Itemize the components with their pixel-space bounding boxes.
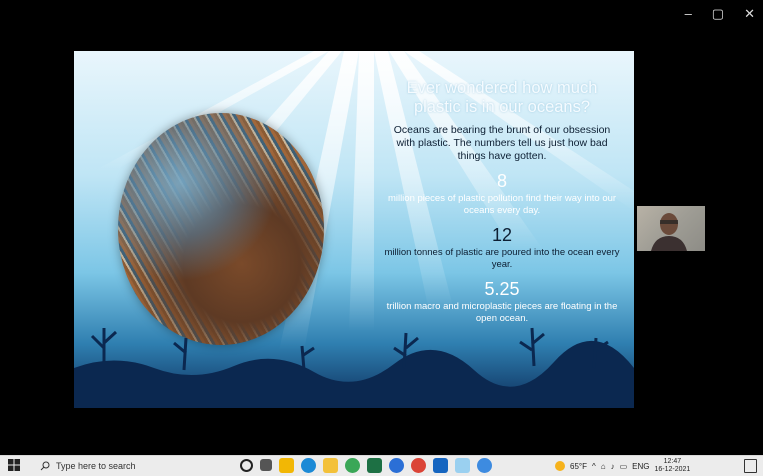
chevron-up-icon[interactable]: ^ — [592, 462, 596, 471]
close-button[interactable]: ✕ — [744, 6, 755, 22]
sticky-notes-icon[interactable] — [279, 458, 294, 473]
slide-title: Ever wondered how much plastic is in our… — [406, 79, 598, 116]
webcam-video-thumbnail[interactable] — [637, 206, 705, 251]
presentation-slide: 9 Ever wondered how much plastic is in o… — [74, 51, 634, 408]
edge-icon[interactable] — [301, 458, 316, 473]
window-controls: – ▢ ✕ — [685, 6, 755, 22]
battery-icon[interactable]: ▭ — [620, 462, 628, 471]
network-icon[interactable]: ⌂ — [601, 462, 606, 471]
taskbar-apps — [240, 458, 492, 473]
stat-text-2: million tonnes of plastic are poured int… — [384, 247, 620, 270]
cortana-icon[interactable] — [240, 459, 253, 472]
outlook-icon[interactable] — [433, 458, 448, 473]
taskbar: Type here to search 65°F ^ ⌂ ♪ ▭ ENG 12:… — [0, 455, 763, 476]
search-icon — [40, 461, 50, 471]
system-tray: 65°F ^ ⌂ ♪ ▭ ENG 12:47 16-12-2021 — [555, 456, 690, 476]
weather-icon — [555, 461, 565, 471]
windows-start-icon[interactable] — [8, 459, 20, 471]
slide-intro: Oceans are bearing the brunt of our obse… — [393, 124, 611, 162]
search-placeholder: Type here to search — [56, 461, 136, 471]
taskbar-search[interactable]: Type here to search — [40, 456, 224, 476]
clock[interactable]: 12:47 16-12-2021 — [655, 458, 691, 474]
stat-value-3: 5.25 — [484, 279, 520, 299]
stat-value-2: 12 — [491, 225, 513, 245]
edge-dev-icon[interactable] — [389, 458, 404, 473]
maximize-button[interactable]: ▢ — [712, 6, 724, 22]
excel-icon[interactable] — [367, 458, 382, 473]
clock-date: 16-12-2021 — [654, 466, 691, 473]
volume-icon[interactable]: ♪ — [611, 462, 615, 471]
notification-icon[interactable] — [744, 459, 757, 473]
pen-icon[interactable] — [455, 458, 470, 473]
task-view-icon[interactable] — [260, 459, 272, 471]
person-icon — [651, 213, 687, 251]
chrome-icon[interactable] — [345, 458, 360, 473]
clock-time: 12:47 — [663, 458, 682, 465]
chrome-alt-icon[interactable] — [411, 458, 426, 473]
slide-page-number: 9 — [349, 57, 355, 67]
slide-text: Ever wondered how much plastic is in our… — [384, 79, 620, 325]
minimize-button[interactable]: – — [685, 6, 692, 22]
stat-value-1: 8 — [496, 171, 507, 191]
weather-temp[interactable]: 65°F — [570, 462, 587, 471]
app-icon[interactable] — [477, 458, 492, 473]
stat-text-3: trillion macro and microplastic pieces a… — [386, 301, 618, 324]
language-indicator[interactable]: ENG — [632, 462, 649, 471]
file-explorer-icon[interactable] — [323, 458, 338, 473]
stat-text-1: million pieces of plastic pollution find… — [387, 193, 617, 216]
